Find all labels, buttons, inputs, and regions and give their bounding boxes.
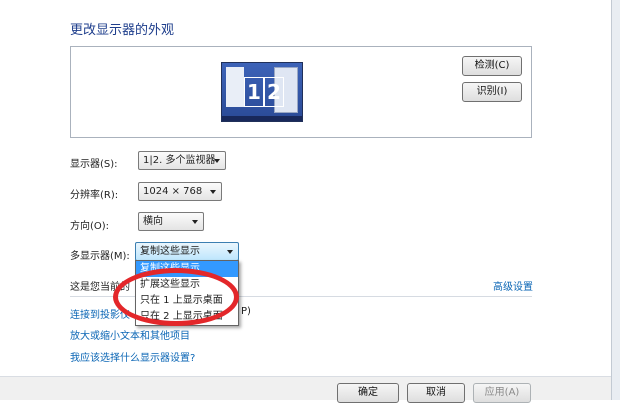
multi-display-select-value: 复制这些显示: [140, 246, 200, 257]
chevron-down-icon: [210, 190, 216, 194]
monitor-1-label: 1: [244, 77, 264, 107]
preview-taskbar: [222, 116, 302, 121]
monitor-preview-icon[interactable]: 1 2: [221, 62, 303, 122]
orientation-select[interactable]: 横向: [138, 212, 204, 231]
projector-shortcut-tail: P): [241, 306, 251, 317]
resolution-label: 分辨率(R):: [70, 190, 119, 201]
multi-display-label: 多显示器(M):: [70, 251, 130, 262]
detect-button[interactable]: 检测(C): [462, 56, 522, 76]
display-label: 显示器(S):: [70, 159, 118, 170]
preview-window-left: [226, 67, 244, 107]
display-select[interactable]: 1|2. 多个监视器: [138, 151, 226, 170]
monitor-2-label: 2: [264, 77, 284, 107]
cancel-button[interactable]: 取消: [407, 383, 465, 403]
display-preview-panel: 1 2 检测(C) 识别(I): [70, 46, 532, 138]
identify-button[interactable]: 识别(I): [462, 82, 522, 102]
orientation-label: 方向(O):: [70, 221, 110, 232]
chevron-down-icon: [214, 159, 220, 163]
multi-display-select[interactable]: 复制这些显示: [135, 242, 239, 261]
resolution-select-value: 1024 × 768: [143, 186, 203, 197]
display-select-value: 1|2. 多个监视器: [143, 155, 216, 166]
ok-button[interactable]: 确定: [337, 383, 399, 403]
chevron-down-icon: [192, 220, 198, 224]
chevron-down-icon: [227, 250, 233, 254]
which-settings-link[interactable]: 我应该选择什么显示器设置?: [70, 349, 195, 364]
advanced-settings-link[interactable]: 高级设置: [493, 278, 533, 293]
annotation-circle: [113, 268, 239, 326]
resolution-select[interactable]: 1024 × 768: [138, 182, 222, 201]
window-right-edge: [611, 0, 620, 400]
page-title: 更改显示器的外观: [70, 23, 175, 38]
apply-button[interactable]: 应用(A): [473, 383, 531, 403]
enlarge-text-link[interactable]: 放大或缩小文本和其他项目: [70, 327, 190, 342]
orientation-select-value: 横向: [143, 216, 163, 227]
